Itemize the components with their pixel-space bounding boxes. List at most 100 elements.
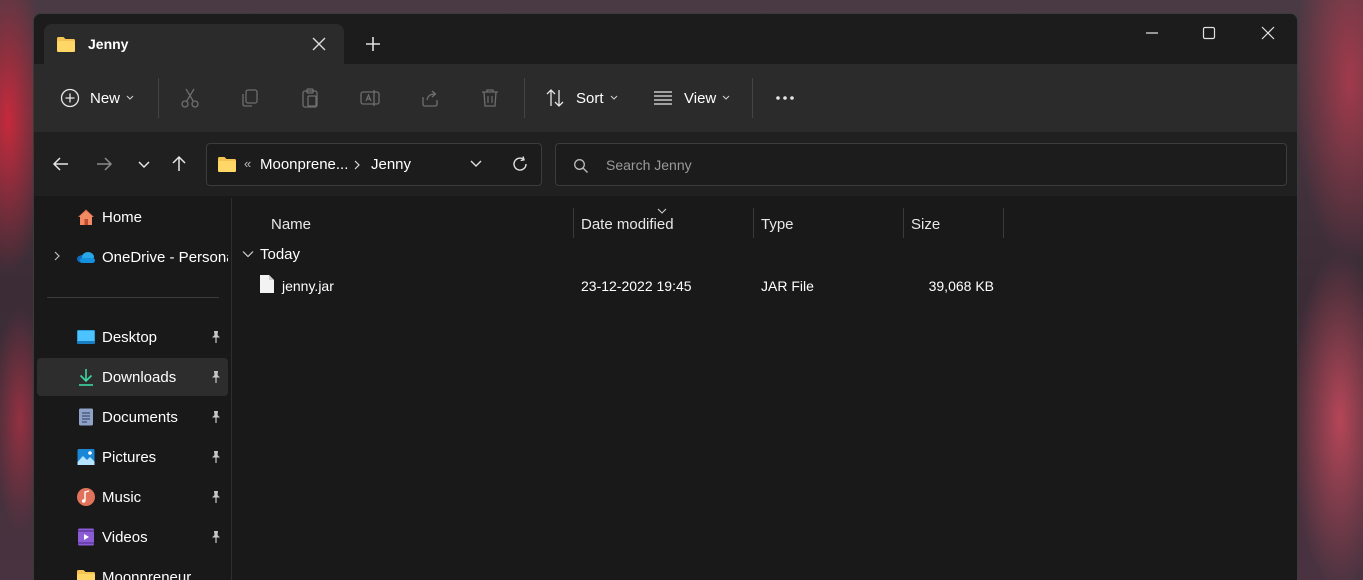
column-header-type[interactable]: Type	[753, 206, 903, 240]
content-area: Home OneDrive - Persona Desktop Download…	[34, 196, 1297, 580]
close-tab-icon[interactable]	[310, 35, 328, 53]
pane-splitter[interactable]	[231, 198, 232, 580]
sidebar-item-moonpreneur[interactable]: Moonpreneur	[37, 558, 228, 580]
file-explorer-window: Jenny New Sort View « Moonprene... Jenny…	[33, 13, 1298, 580]
paste-button[interactable]	[299, 64, 321, 132]
sidebar-item-label: Videos	[102, 529, 148, 546]
pin-icon[interactable]	[209, 370, 223, 384]
folder-icon	[218, 157, 236, 172]
sidebar-item-label: Downloads	[102, 369, 177, 386]
command-bar: New Sort View	[34, 64, 1297, 132]
chevron-down-icon	[242, 251, 254, 258]
column-header-name[interactable]: Name	[263, 206, 573, 240]
downloads-icon	[79, 369, 93, 386]
folder-icon	[77, 570, 95, 580]
tab-title: Jenny	[88, 36, 129, 52]
view-button[interactable]: View	[652, 64, 730, 132]
desktop-icon	[77, 330, 95, 344]
navigation-bar: « Moonprene... Jenny Search Jenny	[34, 132, 1297, 196]
home-icon	[78, 209, 94, 225]
sort-label: Sort	[576, 89, 604, 107]
copy-button[interactable]	[239, 64, 261, 132]
view-list-icon	[654, 91, 672, 105]
sort-icon	[546, 89, 564, 107]
file-date-modified: 23-12-2022 19:45	[581, 278, 692, 294]
column-divider[interactable]	[1003, 208, 1004, 238]
rename-icon	[360, 90, 380, 106]
toolbar-divider	[524, 78, 525, 118]
tab-jenny[interactable]: Jenny	[44, 24, 344, 64]
file-type: JAR File	[761, 278, 814, 294]
trash-icon	[482, 89, 498, 107]
recent-locations-icon[interactable]	[134, 154, 154, 174]
file-size: 39,068 KB	[928, 278, 994, 294]
new-tab-icon[interactable]	[364, 35, 382, 53]
pin-icon[interactable]	[209, 450, 223, 464]
search-input[interactable]: Search Jenny	[555, 143, 1287, 186]
sidebar-item-desktop[interactable]: Desktop	[37, 318, 228, 356]
navigation-pane: Home OneDrive - Persona Desktop Download…	[34, 196, 232, 580]
table-row[interactable]: jenny.jar 23-12-2022 19:45 JAR File 39,0…	[234, 268, 1014, 302]
chevron-right-icon[interactable]	[51, 250, 63, 262]
address-bar[interactable]: « Moonprene... Jenny	[206, 143, 542, 186]
videos-icon	[78, 528, 94, 546]
clipboard-icon	[302, 88, 318, 108]
sort-button[interactable]: Sort	[544, 64, 618, 132]
sidebar-item-home[interactable]: Home	[37, 198, 228, 236]
pictures-icon	[77, 449, 95, 465]
breadcrumb-moonpreneur[interactable]: Moonprene...	[260, 156, 348, 173]
sidebar-item-music[interactable]: Music	[37, 478, 228, 516]
see-more-button[interactable]	[774, 64, 796, 132]
pin-icon[interactable]	[209, 410, 223, 424]
sidebar-item-label: Pictures	[102, 449, 157, 466]
toolbar-divider	[158, 78, 159, 118]
back-arrow-icon[interactable]	[51, 154, 71, 174]
sidebar-item-label: Music	[102, 489, 142, 506]
refresh-icon[interactable]	[511, 155, 529, 173]
minimize-icon[interactable]	[1143, 24, 1161, 42]
breadcrumb-overflow[interactable]: «	[244, 156, 251, 171]
music-icon	[77, 488, 95, 506]
chevron-down-icon	[126, 95, 134, 100]
new-label: New	[90, 89, 121, 107]
pin-icon[interactable]	[209, 490, 223, 504]
sidebar-item-pictures[interactable]: Pictures	[37, 438, 228, 476]
more-horizontal-icon	[776, 96, 794, 100]
sidebar-item-videos[interactable]: Videos	[37, 518, 228, 556]
copy-icon	[242, 89, 258, 107]
plus-circle-icon	[60, 88, 80, 108]
title-bar: Jenny	[34, 14, 1297, 64]
sort-descending-icon	[657, 208, 667, 214]
share-button[interactable]	[419, 64, 441, 132]
breadcrumb-jenny[interactable]: Jenny	[371, 156, 411, 173]
close-window-icon[interactable]	[1259, 24, 1277, 42]
file-icon	[260, 275, 274, 293]
column-header-size[interactable]: Size	[903, 206, 1003, 240]
rename-button[interactable]	[359, 64, 381, 132]
cut-button[interactable]	[179, 64, 201, 132]
view-label: View	[684, 89, 717, 107]
delete-button[interactable]	[479, 64, 501, 132]
sidebar-item-label: Moonpreneur	[102, 569, 192, 580]
chevron-down-icon	[610, 95, 617, 100]
sidebar-item-downloads[interactable]: Downloads	[37, 358, 228, 396]
address-dropdown-icon[interactable]	[469, 159, 483, 169]
search-icon	[574, 159, 588, 173]
sidebar-item-label: Documents	[102, 409, 178, 426]
file-name: jenny.jar	[282, 278, 334, 294]
sidebar-item-documents[interactable]: Documents	[37, 398, 228, 436]
column-header-date-modified[interactable]: Date modified	[573, 206, 753, 240]
search-placeholder: Search Jenny	[606, 157, 692, 173]
pin-icon[interactable]	[209, 330, 223, 344]
forward-arrow-icon[interactable]	[94, 154, 114, 174]
sidebar-item-onedrive[interactable]: OneDrive - Persona	[37, 238, 228, 276]
pin-icon[interactable]	[209, 530, 223, 544]
up-arrow-icon[interactable]	[169, 154, 189, 174]
new-button[interactable]: New	[60, 64, 134, 132]
maximize-icon[interactable]	[1200, 24, 1218, 42]
scissors-icon	[181, 88, 199, 108]
toolbar-divider	[752, 78, 753, 118]
sidebar-item-label: OneDrive - Persona	[102, 249, 228, 266]
chevron-right-icon	[354, 160, 360, 170]
group-header-today[interactable]: Today	[242, 242, 300, 266]
